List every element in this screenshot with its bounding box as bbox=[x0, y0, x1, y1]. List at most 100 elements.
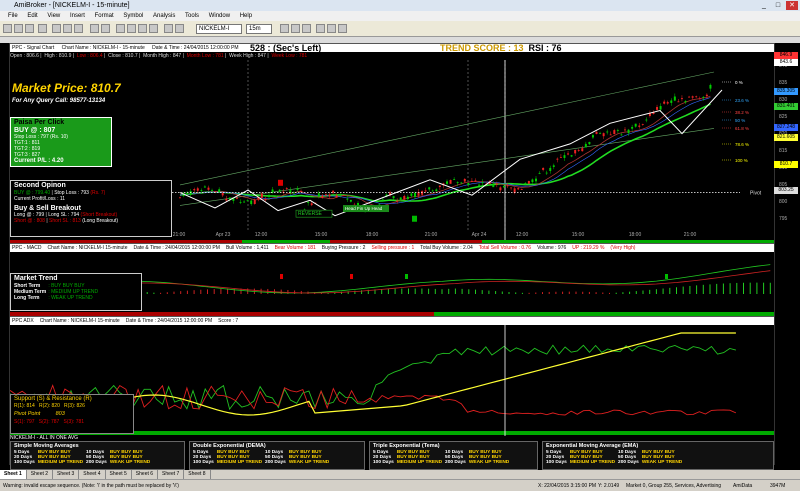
print-icon[interactable] bbox=[38, 24, 47, 33]
sheet-tab-3[interactable]: Sheet 3 bbox=[53, 470, 80, 479]
candle-body bbox=[627, 129, 630, 134]
x-axis-label: 21:00 bbox=[173, 232, 186, 238]
signal-chart-pane[interactable]: PPC - Signal Chart Chart Name : NICKELM-… bbox=[10, 43, 774, 244]
menu-edit[interactable]: Edit bbox=[27, 13, 37, 19]
menu-insert[interactable]: Insert bbox=[70, 13, 85, 19]
symbol-combo[interactable]: NICKELM-I bbox=[196, 24, 242, 34]
paisa-current-pl: Current P/L : 4.20 bbox=[14, 158, 64, 164]
zoom-out-icon[interactable] bbox=[101, 24, 110, 33]
sheet-tab-6[interactable]: Sheet 6 bbox=[132, 470, 159, 479]
cut-icon[interactable] bbox=[52, 24, 61, 33]
avg-title: Exponential Moving Average (EMA) bbox=[546, 443, 639, 449]
candle-body bbox=[179, 197, 181, 199]
paste-icon[interactable] bbox=[74, 24, 83, 33]
zoom-in-icon[interactable] bbox=[90, 24, 99, 33]
sheet-tab-2[interactable]: Sheet 2 bbox=[27, 470, 54, 479]
breakout-short: Short @ : 808 | Short SL : 813 (Long Bre… bbox=[14, 218, 119, 224]
menu-format[interactable]: Format bbox=[95, 13, 114, 19]
ohlc-row: Open : 806.6 | High : 810.9 | Low : 806.… bbox=[10, 53, 308, 59]
candle-body bbox=[253, 199, 256, 204]
menu-bar: File Edit View Insert Format Symbol Anal… bbox=[0, 11, 800, 21]
candle-body bbox=[538, 173, 541, 174]
trend-table: Short Term: BUY BUY BUY Medium Term: MED… bbox=[14, 283, 99, 301]
candle-body bbox=[567, 153, 570, 155]
candle-body bbox=[399, 197, 402, 201]
candle-body bbox=[574, 149, 577, 154]
line-tool-icon[interactable] bbox=[116, 24, 125, 33]
adx-header-item: Score : 7 bbox=[218, 318, 239, 324]
interval-combo[interactable]: 15m bbox=[246, 24, 272, 34]
avg-cell: 100 Days bbox=[14, 460, 35, 465]
sheet-tab-5[interactable]: Sheet 5 bbox=[106, 470, 132, 479]
y-axis-label: 795 bbox=[779, 216, 788, 222]
candle-body bbox=[631, 126, 634, 129]
candle-body bbox=[695, 96, 698, 98]
candle-body bbox=[275, 195, 278, 197]
text-tool-icon[interactable] bbox=[149, 24, 158, 33]
price-tag: 827.248 bbox=[774, 124, 798, 131]
macd-arrow-icon bbox=[405, 274, 408, 279]
y-axis-label: 825 bbox=[779, 114, 788, 120]
avg-title: Simple Moving Averages bbox=[14, 443, 79, 449]
layout-icon[interactable] bbox=[316, 24, 325, 33]
sr-title: Support (S) & Resistance (R) bbox=[14, 396, 92, 402]
candle-body bbox=[428, 187, 431, 190]
query-number: For Any Query Call: 98577-13134 bbox=[12, 98, 106, 104]
settings-icon[interactable] bbox=[302, 24, 311, 33]
open-icon[interactable] bbox=[14, 24, 23, 33]
candle-body bbox=[502, 185, 505, 188]
status-message: Warning: invalid escape sequence. (Note:… bbox=[3, 483, 179, 489]
fib-label: 38.2 % bbox=[735, 110, 749, 115]
sheet-tab-1[interactable]: Sheet 1 bbox=[0, 470, 27, 479]
macd-arrow-icon bbox=[665, 274, 668, 279]
avg-title: Triple Exponential (Tema) bbox=[373, 443, 440, 449]
copy-icon[interactable] bbox=[63, 24, 72, 33]
chart-icon[interactable] bbox=[338, 24, 347, 33]
sheet-tab-7[interactable]: Sheet 7 bbox=[158, 470, 185, 479]
candle-body bbox=[698, 98, 701, 100]
avg-cell: WEAK UP TREND bbox=[468, 460, 510, 465]
trend-tool-icon[interactable] bbox=[127, 24, 136, 33]
maximize-button[interactable]: □ bbox=[772, 1, 784, 10]
support-resistance-box: Support (S) & Resistance (R) R(1): 814 R… bbox=[10, 394, 134, 434]
candle-body bbox=[307, 202, 310, 203]
sheet-tab-8[interactable]: Sheet 8 bbox=[184, 470, 211, 479]
fib-tool-icon[interactable] bbox=[138, 24, 147, 33]
macd-pane[interactable]: PPC - MACD Chart Name : NICKELM-I 15-minu… bbox=[10, 243, 774, 316]
grid-icon[interactable] bbox=[327, 24, 336, 33]
play-icon[interactable] bbox=[291, 24, 300, 33]
candle-body bbox=[620, 134, 623, 136]
close-button[interactable]: ✕ bbox=[786, 1, 798, 10]
avg-cell: WEAK UP TREND bbox=[288, 460, 330, 465]
menu-window[interactable]: Window bbox=[209, 13, 230, 19]
macd-header-item: Bull Volume : 1,411 bbox=[225, 245, 269, 251]
candle-body bbox=[556, 158, 559, 160]
avg-cell: 200 Days bbox=[86, 460, 107, 465]
candle-body bbox=[321, 195, 324, 199]
bar-icon[interactable] bbox=[175, 24, 184, 33]
candle-body bbox=[510, 187, 513, 189]
menu-file[interactable]: File bbox=[8, 13, 18, 19]
candle-body bbox=[431, 190, 434, 192]
macd-header-item: PPC - MACD bbox=[12, 245, 42, 251]
minimize-button[interactable]: _ bbox=[758, 1, 770, 10]
candle-body bbox=[495, 184, 498, 185]
new-icon[interactable] bbox=[3, 24, 12, 33]
refresh-icon[interactable] bbox=[280, 24, 289, 33]
candle-body bbox=[467, 182, 470, 185]
menu-analysis[interactable]: Analysis bbox=[153, 13, 175, 19]
paisa-title: Paisa Per Click bbox=[14, 119, 65, 126]
price-tag: 846.9 bbox=[774, 52, 798, 59]
save-icon[interactable] bbox=[25, 24, 34, 33]
menu-symbol[interactable]: Symbol bbox=[123, 13, 143, 19]
candle-body bbox=[599, 132, 602, 134]
adx-pane[interactable]: PPC ADX Chart Name : NICKELM-I 15-minute D… bbox=[10, 316, 774, 437]
sheet-tab-4[interactable]: Sheet 4 bbox=[79, 470, 106, 479]
candle-icon[interactable] bbox=[164, 24, 173, 33]
menu-view[interactable]: View bbox=[47, 13, 60, 19]
menu-tools[interactable]: Tools bbox=[185, 13, 199, 19]
fib-label: 78.6 % bbox=[735, 142, 749, 147]
menu-help[interactable]: Help bbox=[240, 13, 252, 19]
candle-body bbox=[531, 179, 534, 183]
candle-body bbox=[478, 184, 481, 186]
